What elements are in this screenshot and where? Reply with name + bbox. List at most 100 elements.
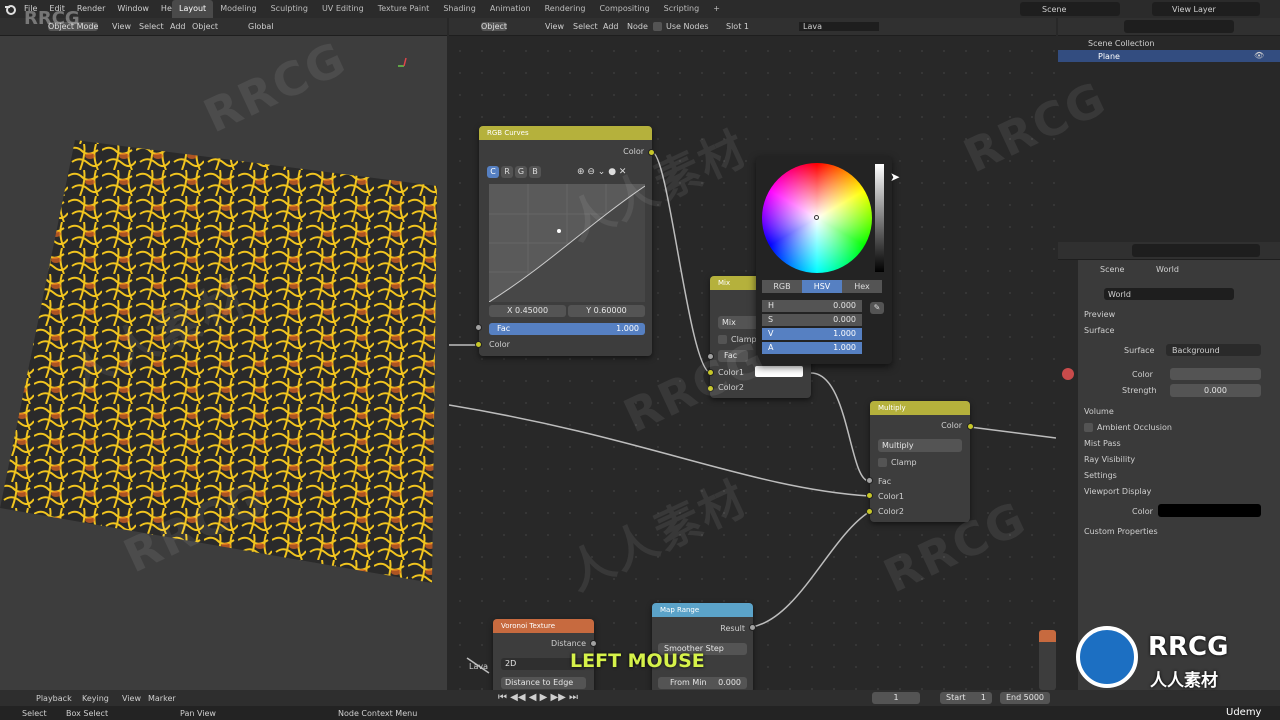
- workspace-tab[interactable]: Rendering: [538, 0, 593, 18]
- surface-shader-field[interactable]: Background: [1166, 344, 1261, 356]
- viewport-add-menu[interactable]: Add: [170, 22, 186, 31]
- rgb-curves-node[interactable]: RGB Curves Color CRGB ⊕ ⊖ ⌄ ● ✕ X 0.4500…: [479, 126, 652, 356]
- view-layer-selector[interactable]: View Layer: [1152, 2, 1260, 16]
- outliner[interactable]: Scene Collection Plane 👁: [1058, 18, 1280, 240]
- world-color-field[interactable]: [1170, 368, 1261, 380]
- picker-value-field[interactable]: A 1.000: [762, 342, 862, 354]
- curve-zoom-icons[interactable]: ⊕ ⊖ ⌄ ● ✕: [577, 167, 626, 177]
- rgb-curves-output-label: Color: [623, 147, 644, 156]
- status-bar: Select Box Select Pan View Node Context …: [0, 706, 1280, 720]
- picker-value-field[interactable]: V 1.000: [762, 328, 862, 340]
- multiply-fac-socket[interactable]: [866, 477, 873, 484]
- map-range-from-min-field[interactable]: From Min 0.000: [658, 677, 747, 689]
- end-frame-field[interactable]: End 5000: [1000, 692, 1050, 704]
- workspace-tab[interactable]: Shading: [436, 0, 483, 18]
- curve-channel-tab[interactable]: G: [515, 166, 527, 178]
- voronoi-feature-dropdown[interactable]: Distance to Edge: [501, 677, 586, 689]
- multiply-mode-dropdown[interactable]: Multiply: [878, 439, 962, 452]
- menu-item-window[interactable]: Window: [111, 0, 155, 18]
- curves-fac-socket[interactable]: [475, 324, 482, 331]
- viewport-display-panel[interactable]: Viewport Display: [1084, 487, 1151, 496]
- map-range-node[interactable]: Map Range Result Smoother Step From Min …: [652, 603, 753, 690]
- lava-plane[interactable]: [0, 118, 447, 588]
- picker-mode-tab[interactable]: Hex: [842, 280, 882, 293]
- mix-fac-socket[interactable]: [707, 353, 714, 360]
- node-editor[interactable]: Object View Select Add Node Use Nodes Sl…: [449, 18, 1056, 690]
- multiply-node[interactable]: Multiply Color Multiply Clamp Fac Color1…: [870, 401, 970, 522]
- viewport-select-menu[interactable]: Select: [139, 22, 164, 31]
- multiply-clamp-checkbox[interactable]: Clamp: [878, 458, 917, 467]
- curve-graph[interactable]: [488, 184, 646, 303]
- workspace-tab[interactable]: UV Editing: [315, 0, 371, 18]
- mist-panel[interactable]: Mist Pass: [1084, 439, 1121, 448]
- viewport-display-color[interactable]: [1158, 504, 1261, 517]
- from-min-label: From Min: [670, 678, 707, 687]
- workspace-tab[interactable]: Sculpting: [264, 0, 315, 18]
- curve-fac-field[interactable]: Fac 1.000: [489, 323, 645, 335]
- viewport-object-menu[interactable]: Object: [192, 22, 218, 31]
- workspace-tab[interactable]: Scripting: [657, 0, 707, 18]
- rgb-curves-title: RGB Curves: [479, 126, 652, 140]
- preview-panel[interactable]: Preview: [1084, 310, 1115, 319]
- scene-selector[interactable]: Scene: [1020, 2, 1120, 16]
- offscreen-node[interactable]: [1039, 630, 1056, 690]
- multiply-color2-socket[interactable]: [866, 508, 873, 515]
- multiply-color1-socket[interactable]: [866, 492, 873, 499]
- eyedropper-icon[interactable]: ✎: [870, 302, 884, 314]
- mix-fac-field[interactable]: Fac: [718, 350, 748, 362]
- 3d-viewport[interactable]: Object Mode View Select Add Object Globa…: [0, 18, 447, 690]
- picker-value-key: S: [768, 315, 774, 324]
- playback-controls-icon[interactable]: ⏮ ◀◀ ◀ ▶ ▶▶ ⏭: [498, 692, 578, 703]
- picker-mode-tab[interactable]: HSV: [802, 280, 842, 293]
- multiply-output-socket[interactable]: [967, 423, 974, 430]
- mix-color1-swatch[interactable]: [755, 366, 803, 377]
- ao-panel[interactable]: Ambient Occlusion: [1084, 423, 1172, 432]
- voronoi-distance-socket[interactable]: [590, 640, 597, 647]
- picker-value-field[interactable]: S 0.000: [762, 314, 862, 326]
- volume-panel[interactable]: Volume: [1084, 407, 1114, 416]
- mix-color1-socket[interactable]: [707, 369, 714, 376]
- workspace-tab[interactable]: Layout: [172, 0, 214, 18]
- custom-properties-panel[interactable]: Custom Properties: [1084, 527, 1158, 536]
- map-range-result-socket[interactable]: [749, 624, 756, 631]
- curve-channel-tab[interactable]: B: [529, 166, 541, 178]
- viewport-view-menu[interactable]: View: [112, 22, 131, 31]
- curve-x-field[interactable]: X 0.45000: [489, 305, 566, 317]
- timeline-view-menu[interactable]: View: [122, 694, 141, 703]
- value-slider[interactable]: [875, 164, 884, 272]
- strength-field[interactable]: 0.000: [1170, 384, 1261, 397]
- orientation-dropdown[interactable]: Global: [248, 22, 274, 31]
- current-frame-field[interactable]: 1: [872, 692, 920, 704]
- mix-clamp-checkbox[interactable]: Clamp: [718, 335, 757, 344]
- picker-value-field[interactable]: H 0.000: [762, 300, 862, 312]
- hsv-color-wheel[interactable]: [762, 163, 872, 273]
- eye-icon[interactable]: 👁: [1254, 51, 1264, 60]
- axis-gizmo-icon[interactable]: [396, 56, 410, 70]
- picker-mode-tab[interactable]: RGB: [762, 280, 802, 293]
- keying-menu[interactable]: Keying: [82, 694, 109, 703]
- curve-y-field[interactable]: Y 0.60000: [568, 305, 645, 317]
- blender-logo-icon[interactable]: [4, 3, 16, 15]
- marker-menu[interactable]: Marker: [148, 694, 176, 703]
- curve-channel-tab[interactable]: R: [501, 166, 513, 178]
- workspace-tab[interactable]: Animation: [483, 0, 538, 18]
- outliner-row-plane[interactable]: Plane 👁: [1058, 50, 1280, 62]
- curves-output-socket[interactable]: [648, 149, 655, 156]
- workspace-tab[interactable]: Compositing: [592, 0, 656, 18]
- outliner-search-input[interactable]: [1124, 20, 1234, 33]
- workspace-tab[interactable]: Texture Paint: [371, 0, 437, 18]
- curves-color-socket[interactable]: [475, 341, 482, 348]
- world-tab-icon[interactable]: [1062, 368, 1074, 380]
- properties-header: [1058, 242, 1280, 260]
- world-name-field[interactable]: World: [1104, 288, 1234, 300]
- ray-panel[interactable]: Ray Visibility: [1084, 455, 1135, 464]
- workspace-tab[interactable]: +: [706, 0, 727, 18]
- mix-color2-socket[interactable]: [707, 385, 714, 392]
- start-frame-field[interactable]: Start 1: [940, 692, 992, 704]
- settings-panel[interactable]: Settings: [1084, 471, 1117, 480]
- curve-channel-tab[interactable]: C: [487, 166, 499, 178]
- surface-panel[interactable]: Surface: [1084, 326, 1114, 335]
- properties-search-input[interactable]: [1132, 244, 1260, 257]
- workspace-tab[interactable]: Modeling: [213, 0, 263, 18]
- playback-menu[interactable]: Playback: [36, 694, 72, 703]
